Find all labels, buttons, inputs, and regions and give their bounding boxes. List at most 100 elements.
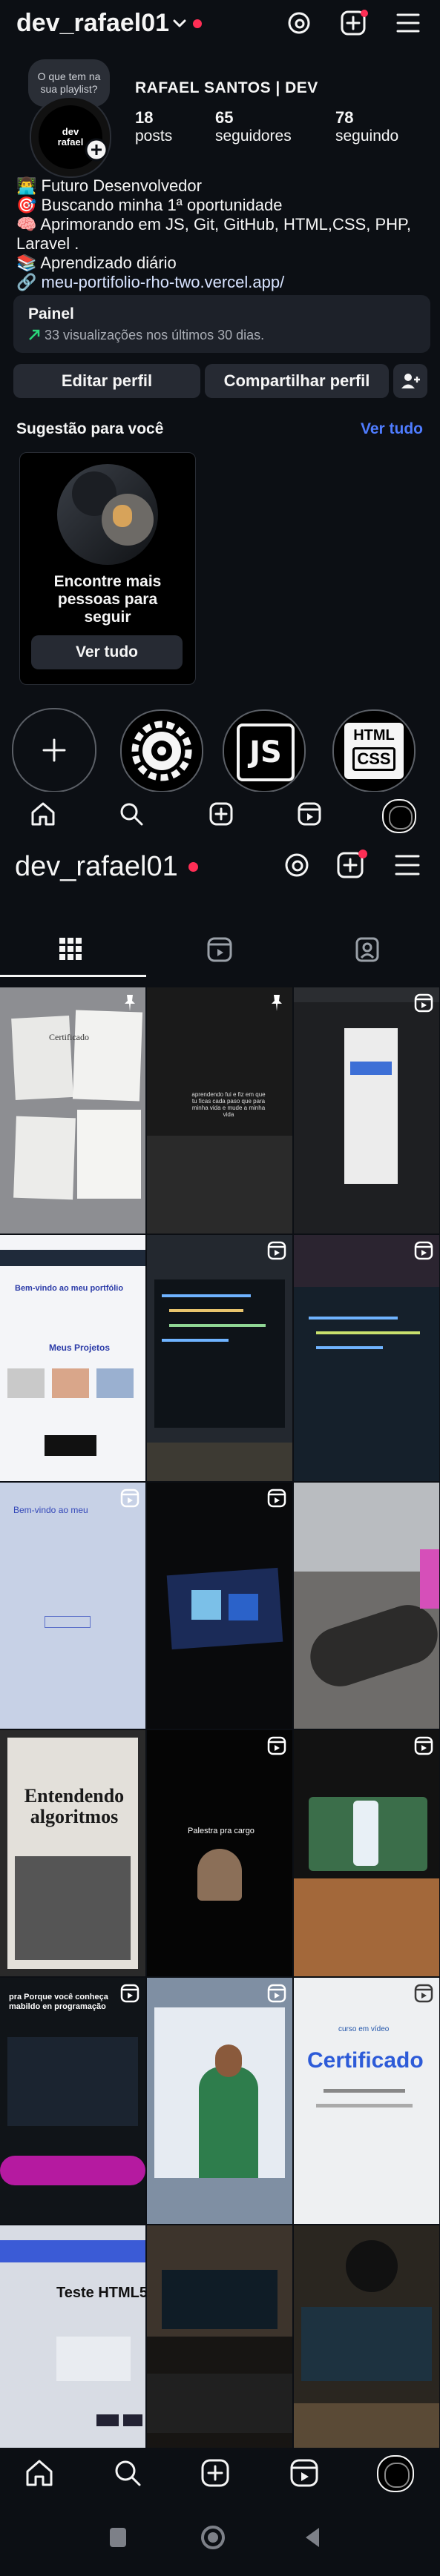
display-name: RAFAEL SANTOS | DEV — [135, 79, 318, 96]
grid-post[interactable] — [147, 1978, 292, 2224]
home-icon[interactable] — [24, 2458, 55, 2488]
dashboard-subtitle: 33 visualizações nos últimos 30 dias. — [45, 328, 265, 342]
create-post-icon[interactable] — [336, 849, 367, 880]
reel-icon — [414, 993, 433, 1013]
reel-icon — [267, 1241, 286, 1260]
stat-label: posts — [135, 128, 173, 145]
reel-icon — [120, 1984, 139, 2003]
threads-icon[interactable] — [282, 850, 312, 880]
post-caption: Entendendo algoritmos — [24, 1785, 125, 1827]
chevron-down-icon[interactable] — [172, 18, 187, 30]
menu-icon[interactable] — [393, 852, 421, 878]
stat-following[interactable]: 78 seguindo — [335, 108, 398, 145]
grid-post[interactable] — [294, 1235, 439, 1481]
recent-apps-button[interactable] — [110, 2528, 126, 2547]
bio-icon: 🎯 — [16, 196, 37, 214]
search-icon[interactable] — [119, 801, 144, 827]
posts-grid: Certificado aprendendo fui e fiz em que … — [0, 987, 440, 2471]
profile-tab-avatar[interactable] — [382, 799, 416, 833]
suggestion-text: Encontre mais pessoas para seguir — [53, 573, 162, 626]
highlight-html-css[interactable]: HTML CSS — [332, 709, 416, 792]
tab-reels-icon[interactable] — [206, 936, 233, 963]
stat-value: 78 — [335, 108, 354, 127]
plus-icon — [42, 738, 66, 762]
top-header: dev_rafael01 — [0, 0, 440, 47]
active-tab-indicator — [0, 975, 146, 977]
gear-eye-icon — [131, 721, 192, 781]
grid-post[interactable] — [147, 2225, 292, 2471]
reel-icon — [267, 1489, 286, 1508]
stat-label: seguidores — [215, 128, 292, 145]
notification-dot — [193, 19, 202, 28]
home-icon[interactable] — [30, 801, 56, 827]
add-note-icon[interactable] — [85, 138, 108, 162]
reels-icon[interactable] — [289, 2458, 319, 2488]
avatar-text: dev rafael — [57, 126, 84, 148]
stat-followers[interactable]: 65 seguidores — [215, 108, 292, 145]
grid-post[interactable]: Palestra pra cargo — [147, 1730, 292, 1976]
search-icon[interactable] — [113, 2458, 142, 2488]
bio-link[interactable]: 🔗 meu-portifolio-rho-two.vercel.app/ — [16, 273, 432, 292]
pin-icon — [272, 995, 282, 1011]
grid-post[interactable]: Entendendo algoritmos — [0, 1730, 145, 1976]
create-icon[interactable] — [208, 801, 234, 827]
menu-icon[interactable] — [395, 10, 421, 36]
profile-tabs — [0, 923, 440, 978]
mid-bottom-nav — [0, 792, 440, 833]
suggestion-card: Encontre mais pessoas para seguir Ver tu… — [19, 452, 196, 685]
share-profile-button[interactable]: Compartilhar perfil — [205, 364, 389, 398]
post-caption: Certificado — [49, 1032, 89, 1042]
js-logo-icon: JS — [237, 724, 295, 781]
grid-post[interactable]: Bem-vindo ao meu portfólio Meus Projetos — [0, 1235, 145, 1481]
post-caption: aprendendo fui e fiz em que tu ficas cad… — [191, 1091, 266, 1118]
stat-label: seguindo — [335, 128, 399, 145]
bio-line: 🧠 Aprimorando em JS, Git, GitHub, HTML,C… — [16, 215, 411, 234]
bio-line: 📚 Aprendizado diário — [16, 254, 177, 272]
bio-line: 👨‍💻 Futuro Desenvolvedor — [16, 176, 202, 195]
edit-profile-button[interactable]: Editar perfil — [13, 364, 200, 398]
grid-post[interactable]: aprendendo fui e fiz em que tu ficas cad… — [147, 987, 292, 1234]
grid-post[interactable] — [294, 1483, 439, 1729]
grid-post[interactable]: Bem-vindo ao meu — [0, 1483, 145, 1729]
username-title-sticky[interactable]: dev_rafael01 — [15, 851, 178, 883]
trend-up-icon — [29, 329, 40, 340]
bio-line: 🎯 Buscando minha 1ª oportunidade — [16, 196, 283, 214]
suggestion-see-all-button[interactable]: Ver tudo — [31, 635, 183, 669]
profile-tab-avatar[interactable] — [377, 2455, 414, 2492]
create-icon[interactable] — [200, 2458, 230, 2488]
tab-tagged-icon[interactable] — [354, 936, 381, 963]
stat-value: 65 — [215, 108, 234, 127]
grid-post[interactable] — [147, 1483, 292, 1729]
dashboard-title: Painel — [28, 305, 74, 322]
grid-post[interactable] — [294, 2225, 439, 2471]
grid-post[interactable] — [294, 987, 439, 1234]
post-caption: Palestra pra cargo — [188, 1827, 255, 1835]
professional-dashboard[interactable]: Painel 33 visualizações nos últimos 30 d… — [13, 295, 430, 353]
discover-people-button[interactable] — [393, 364, 427, 398]
reels-icon[interactable] — [297, 801, 322, 827]
notification-dot — [188, 862, 198, 872]
grid-post[interactable] — [147, 1235, 292, 1481]
threads-icon[interactable] — [286, 10, 312, 36]
highlight-js[interactable]: JS — [223, 709, 306, 792]
back-button-icon[interactable] — [303, 2526, 322, 2549]
highlight-tech[interactable] — [120, 709, 203, 792]
highlight-new[interactable] — [12, 708, 96, 792]
grid-post[interactable]: pra Porque você conheça mabildo en progr… — [0, 1978, 145, 2224]
avatar[interactable]: dev rafael — [30, 96, 111, 178]
home-button-icon[interactable] — [200, 2525, 226, 2550]
suggestions-see-all-link[interactable]: Ver tudo — [361, 420, 423, 438]
grid-post[interactable]: Teste HTML5 + — [0, 2225, 145, 2471]
tab-grid-icon[interactable] — [58, 936, 83, 961]
stat-value: 18 — [135, 108, 154, 127]
reel-icon — [267, 1736, 286, 1755]
grid-post[interactable] — [294, 1730, 439, 1976]
stat-posts[interactable]: 18 posts — [135, 108, 172, 145]
avatar-note-text: O que tem na sua playlist? — [37, 70, 101, 95]
bottom-nav — [0, 2448, 440, 2500]
username-title[interactable]: dev_rafael01 — [16, 9, 169, 38]
grid-post[interactable]: curso em vídeo Certificado — [294, 1978, 439, 2224]
create-post-icon[interactable] — [340, 10, 368, 38]
grid-post[interactable]: Certificado — [0, 987, 145, 1234]
post-caption: pra Porque você conheça mabildo en progr… — [9, 1993, 108, 2011]
